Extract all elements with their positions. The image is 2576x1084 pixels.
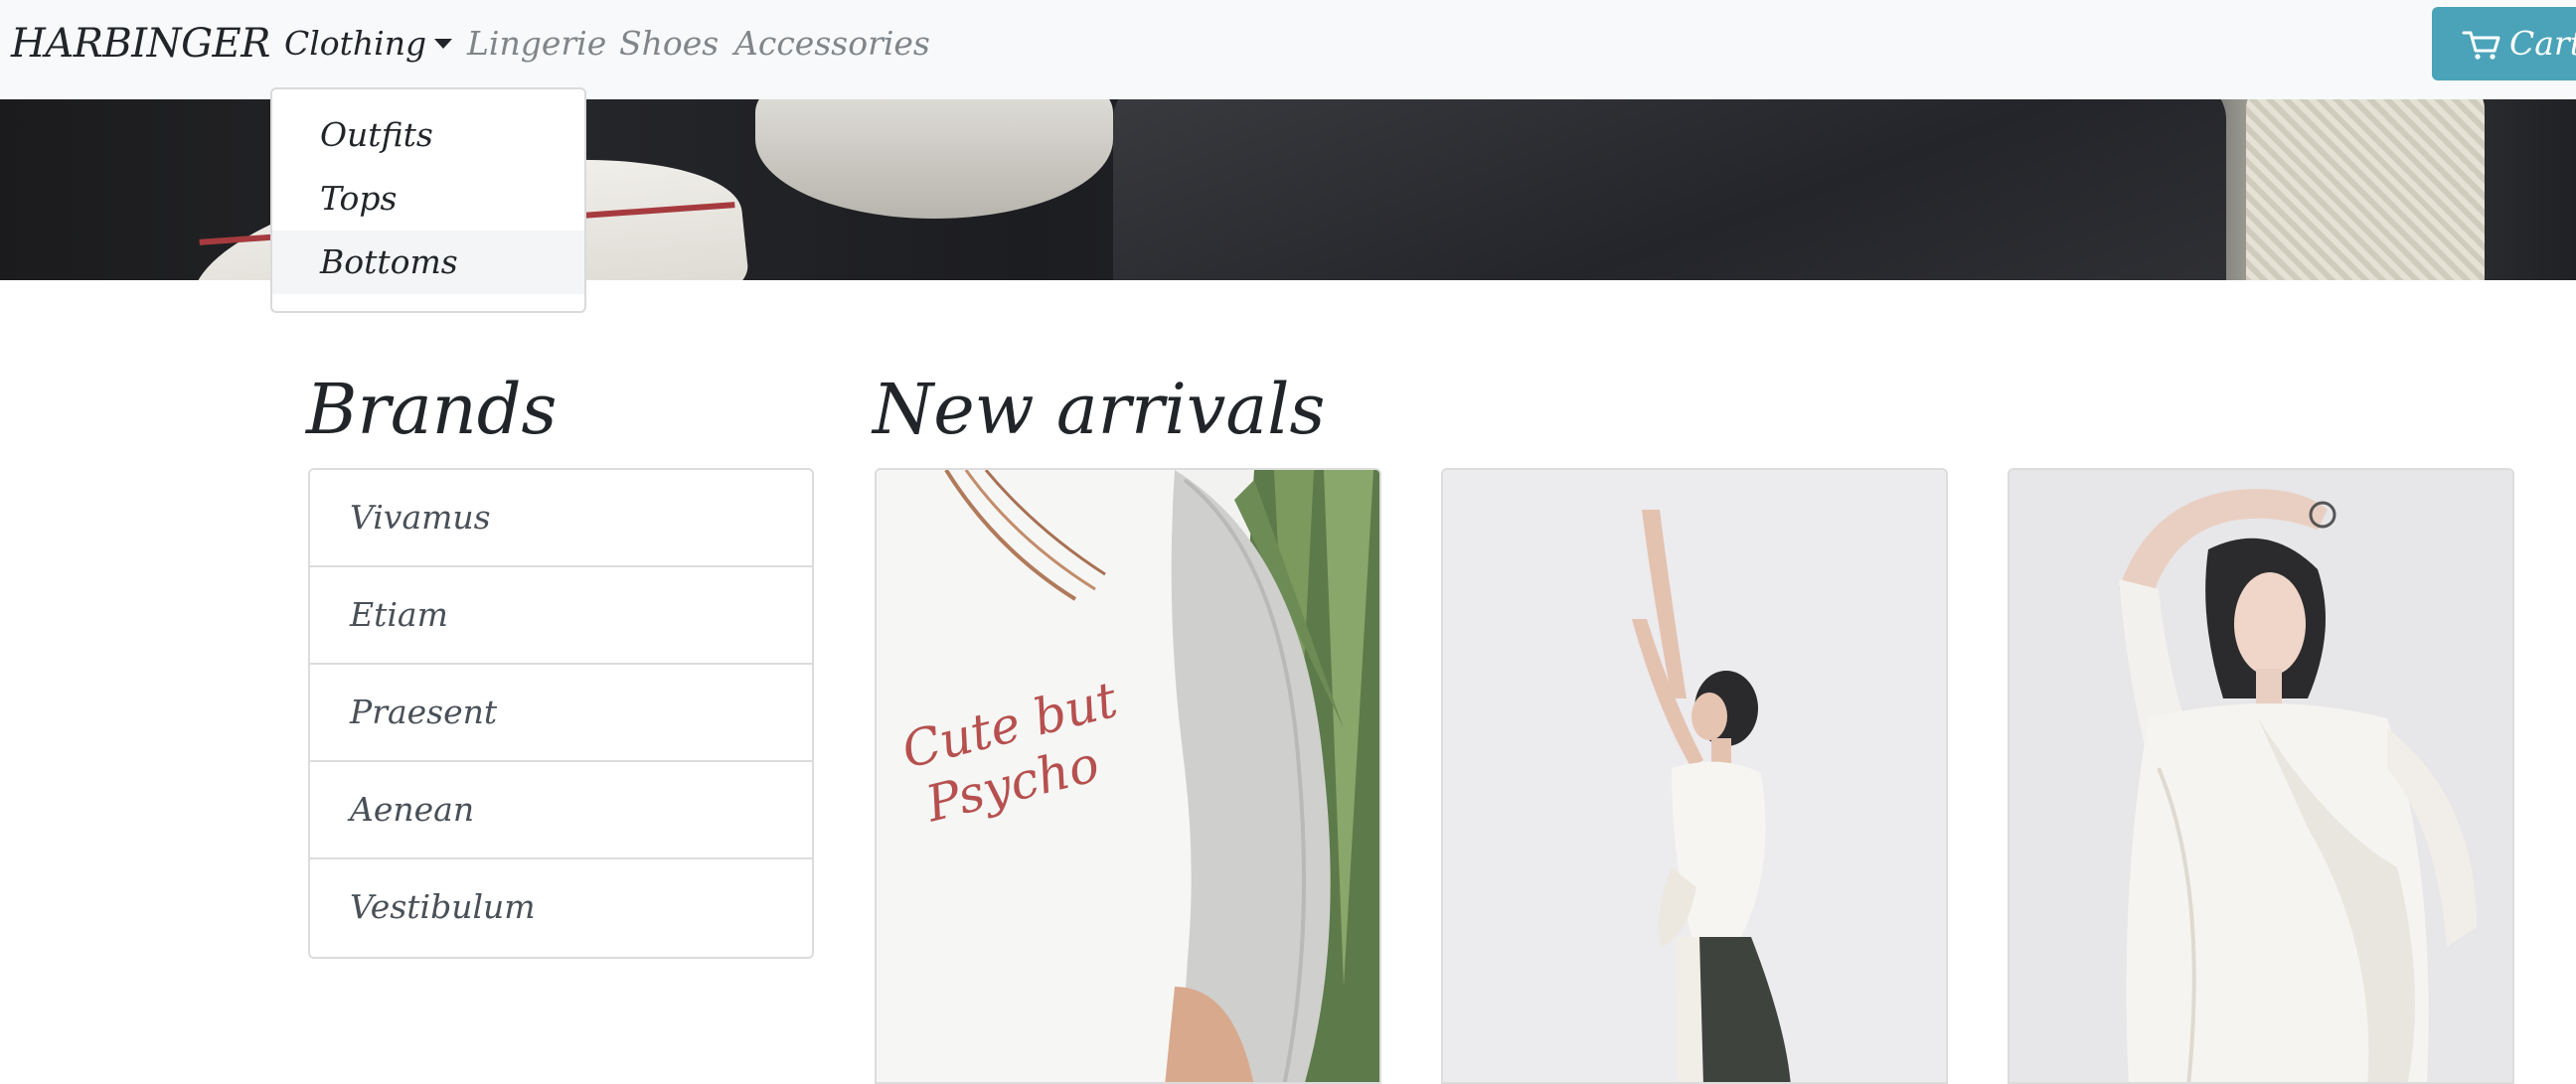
product-image-woman-white-top <box>2010 470 2512 1082</box>
product-card-3[interactable] <box>2008 468 2514 1084</box>
cart-icon <box>2462 31 2500 60</box>
nav-shoes[interactable]: Shoes <box>619 24 719 64</box>
cart-button[interactable]: Cart <box>2432 7 2576 80</box>
clothing-dropdown-menu: Outfits Tops Bottoms <box>270 87 586 313</box>
product-image-sweatshirt: Cute but Psycho <box>877 470 1379 1082</box>
brands-title: Brands <box>306 369 558 450</box>
brand-item-aenean[interactable]: Aenean <box>310 762 812 859</box>
brand-item-vivamus[interactable]: Vivamus <box>310 470 812 567</box>
product-image-woman-arms-raised <box>1443 470 1946 1082</box>
cart-label: Cart <box>2509 24 2576 63</box>
dropdown-item-tops[interactable]: Tops <box>272 167 584 231</box>
hero-jeans <box>1113 99 2226 280</box>
brand-item-vestibulum[interactable]: Vestibulum <box>310 859 812 957</box>
dropdown-item-bottoms[interactable]: Bottoms <box>272 231 584 294</box>
nav-clothing-label: Clothing <box>284 24 427 63</box>
nav-accessories[interactable]: Accessories <box>734 24 930 64</box>
product-card-2[interactable] <box>1441 468 1948 1084</box>
brands-list: Vivamus Etiam Praesent Aenean Vestibulum <box>308 468 814 959</box>
nav-clothing[interactable]: Clothing <box>284 24 453 64</box>
product-card-1[interactable]: Cute but Psycho <box>875 468 1381 1084</box>
brand-item-praesent[interactable]: Praesent <box>310 665 812 762</box>
hero-cardigan <box>2246 99 2485 280</box>
brand-item-etiam[interactable]: Etiam <box>310 567 812 665</box>
dropdown-item-outfits[interactable]: Outfits <box>272 103 584 167</box>
new-arrivals-title: New arrivals <box>873 369 1326 450</box>
navbar: HARBINGER Clothing Lingerie Shoes Access… <box>0 0 2576 99</box>
caret-down-icon <box>434 39 453 49</box>
hero-sneaker-right <box>755 99 1113 219</box>
nav-lingerie[interactable]: Lingerie <box>467 24 606 64</box>
brand-logo[interactable]: HARBINGER <box>11 20 270 68</box>
